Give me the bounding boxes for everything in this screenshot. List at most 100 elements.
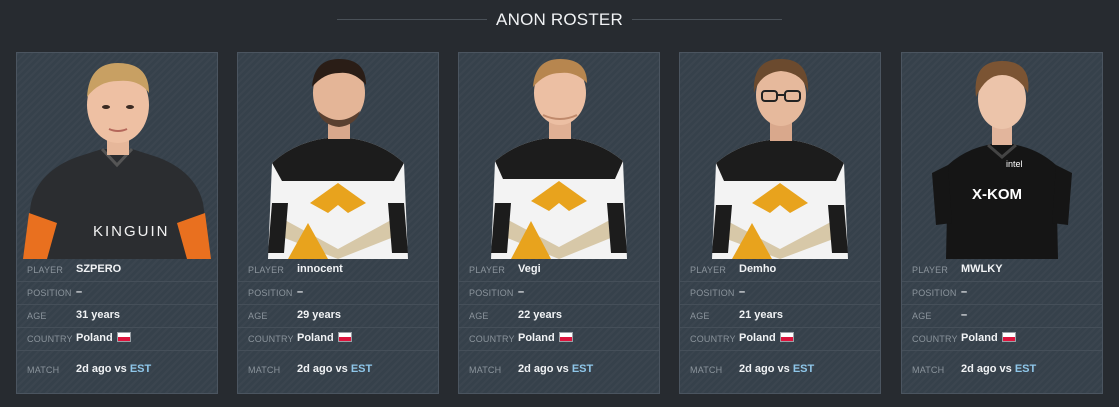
match-label: MATCH (690, 365, 723, 375)
position-label: POSITION (912, 288, 957, 298)
age-label: AGE (469, 311, 489, 321)
match-value: 2d ago vs EST (518, 363, 593, 375)
player-row: PLAYER innocent (238, 259, 438, 282)
age-value: 21 years (739, 309, 784, 321)
player-card-5[interactable]: X-KOM intel PLAYER MWLKY POSITION – AGE … (901, 52, 1103, 394)
country-value: Poland (297, 332, 352, 344)
match-row: MATCH 2d ago vs EST (902, 351, 1102, 391)
match-time: 2d ago vs (961, 363, 1012, 375)
country-value: Poland (961, 332, 1016, 344)
match-value: 2d ago vs EST (76, 363, 151, 375)
player-row: PLAYER Vegi (459, 259, 659, 282)
match-label: MATCH (248, 365, 281, 375)
age-row: AGE – (902, 305, 1102, 328)
player-photo (680, 53, 880, 259)
position-label: POSITION (469, 288, 514, 298)
age-value: 22 years (518, 309, 563, 321)
player-name[interactable]: MWLKY (961, 263, 1003, 275)
svg-text:intel: intel (1006, 159, 1023, 169)
age-row: AGE 21 years (680, 305, 880, 328)
age-value: 31 years (76, 309, 121, 321)
player-card-4[interactable]: PLAYER Demho POSITION – AGE 21 years COU… (679, 52, 881, 394)
player-name[interactable]: innocent (297, 263, 343, 275)
match-row: MATCH 2d ago vs EST (238, 351, 438, 391)
player-photo-kinguin-jersey-icon: KINGUIN (23, 63, 211, 259)
player-photo: X-KOM intel (902, 53, 1102, 259)
age-row: AGE 31 years (17, 305, 217, 328)
match-row: MATCH 2d ago vs EST (459, 351, 659, 391)
country-row: COUNTRY Poland (459, 328, 659, 351)
match-label: MATCH (469, 365, 502, 375)
match-value: 2d ago vs EST (739, 363, 814, 375)
country-row: COUNTRY Poland (238, 328, 438, 351)
player-card-3[interactable]: PLAYER Vegi POSITION – AGE 22 years COUN… (458, 52, 660, 394)
player-label: PLAYER (690, 265, 727, 275)
player-name[interactable]: Demho (739, 263, 776, 275)
match-time: 2d ago vs (76, 363, 127, 375)
position-label: POSITION (27, 288, 72, 298)
age-label: AGE (27, 311, 47, 321)
header-divider-right (632, 19, 782, 20)
country-label: COUNTRY (912, 334, 958, 344)
match-time: 2d ago vs (739, 363, 790, 375)
player-photo-gold-black-jersey-icon (712, 59, 848, 259)
age-value: – (961, 309, 968, 321)
match-opponent-link[interactable]: EST (130, 363, 151, 375)
player-label: PLAYER (27, 265, 64, 275)
country-name: Poland (518, 332, 555, 344)
country-label: COUNTRY (248, 334, 294, 344)
position-value: – (518, 286, 525, 298)
match-row: MATCH 2d ago vs EST (17, 351, 217, 391)
country-value: Poland (518, 332, 573, 344)
match-value: 2d ago vs EST (961, 363, 1036, 375)
roster-title: ANON ROSTER (496, 10, 623, 29)
match-opponent-link[interactable]: EST (572, 363, 593, 375)
position-value: – (961, 286, 968, 298)
poland-flag-icon (337, 332, 352, 342)
match-value: 2d ago vs EST (297, 363, 372, 375)
poland-flag-icon (779, 332, 794, 342)
match-opponent-link[interactable]: EST (793, 363, 814, 375)
age-row: AGE 29 years (238, 305, 438, 328)
country-label: COUNTRY (690, 334, 736, 344)
age-label: AGE (690, 311, 710, 321)
player-card-2[interactable]: PLAYER innocent POSITION – AGE 29 years … (237, 52, 439, 394)
country-row: COUNTRY Poland (680, 328, 880, 351)
player-label: PLAYER (469, 265, 506, 275)
player-label: PLAYER (248, 265, 285, 275)
position-label: POSITION (690, 288, 735, 298)
player-photo (238, 53, 438, 259)
position-row: POSITION – (17, 282, 217, 305)
player-photo (459, 53, 659, 259)
match-label: MATCH (912, 365, 945, 375)
position-value: – (739, 286, 746, 298)
match-time: 2d ago vs (297, 363, 348, 375)
player-name[interactable]: Vegi (518, 263, 541, 275)
player-row: PLAYER MWLKY (902, 259, 1102, 282)
player-row: PLAYER SZPERO (17, 259, 217, 282)
player-photo: KINGUIN (17, 53, 217, 259)
roster-header: ANON ROSTER (0, 0, 1119, 40)
match-label: MATCH (27, 365, 60, 375)
match-opponent-link[interactable]: EST (351, 363, 372, 375)
match-opponent-link[interactable]: EST (1015, 363, 1036, 375)
player-card-1[interactable]: KINGUIN PLAYER SZPERO POSITION – AGE 31 … (16, 52, 218, 394)
age-label: AGE (248, 311, 268, 321)
player-photo-gold-black-jersey-icon (268, 59, 408, 259)
country-name: Poland (76, 332, 113, 344)
svg-text:KINGUIN: KINGUIN (93, 223, 170, 240)
poland-flag-icon (1001, 332, 1016, 342)
country-name: Poland (961, 332, 998, 344)
position-value: – (76, 286, 83, 298)
country-value: Poland (76, 332, 131, 344)
match-row: MATCH 2d ago vs EST (680, 351, 880, 391)
age-row: AGE 22 years (459, 305, 659, 328)
player-name[interactable]: SZPERO (76, 263, 121, 275)
position-row: POSITION – (459, 282, 659, 305)
country-name: Poland (739, 332, 776, 344)
player-row: PLAYER Demho (680, 259, 880, 282)
position-row: POSITION – (680, 282, 880, 305)
country-row: COUNTRY Poland (902, 328, 1102, 351)
country-label: COUNTRY (27, 334, 73, 344)
match-time: 2d ago vs (518, 363, 569, 375)
